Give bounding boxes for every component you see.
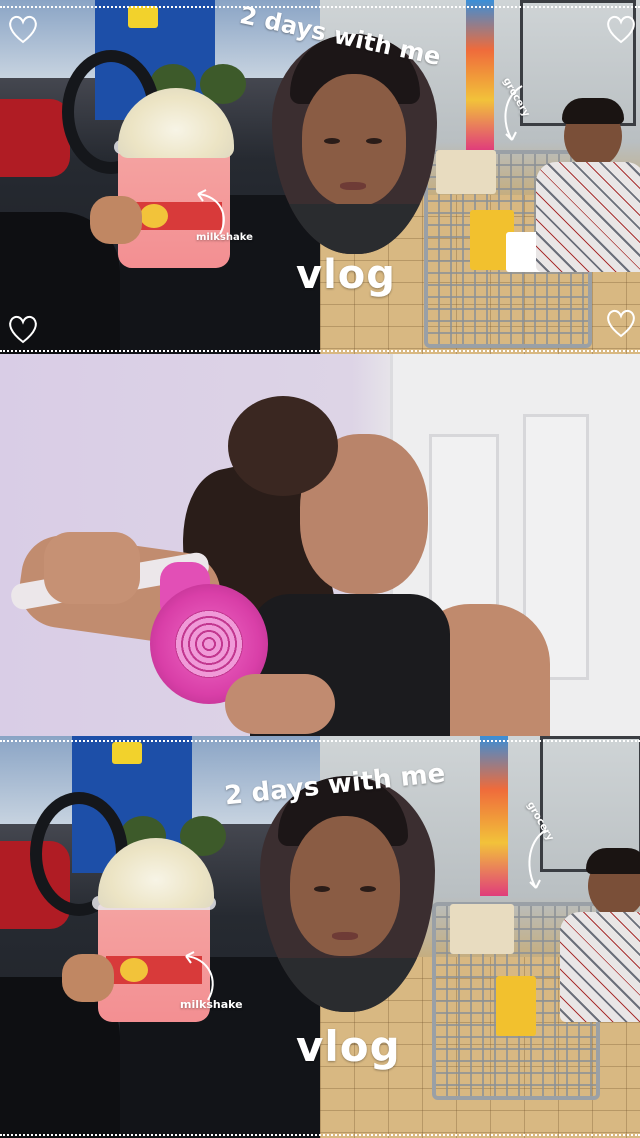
child: [536, 98, 640, 284]
curved-arrow-icon: [185, 951, 214, 1001]
hand: [225, 674, 335, 734]
heart-outline-icon: [607, 309, 635, 338]
title-text: vlog: [296, 1022, 401, 1071]
hair-bun: [228, 396, 338, 496]
curved-arrow-icon: [197, 189, 225, 235]
selfie-shirt: [270, 958, 430, 1012]
collage-panel-middle: [0, 354, 640, 736]
car-door: [0, 99, 70, 177]
collage-panel-bottom: 2 days with me vlog milkshake grocery: [0, 736, 640, 1138]
cup-logo: [140, 204, 168, 228]
mouth: [340, 182, 366, 190]
car-photo: [0, 0, 320, 354]
heart-outline-icon: [607, 15, 635, 44]
eye: [324, 138, 340, 144]
fist: [44, 532, 140, 604]
title-text: vlog: [296, 252, 396, 298]
mouth: [332, 932, 358, 940]
selfie-cutout: [272, 34, 437, 254]
store-sign: [112, 742, 142, 764]
store-pillar: [466, 0, 494, 150]
store-sign: [128, 6, 158, 28]
eye: [360, 886, 376, 892]
store-pillar: [480, 736, 508, 896]
hand: [62, 954, 114, 1002]
heart-outline-icon: [9, 15, 37, 44]
hair-dryer-vent: [175, 610, 243, 678]
dotted-border: [0, 1134, 640, 1136]
curved-arrow-icon: [528, 829, 547, 889]
child-hair: [562, 98, 624, 124]
child-hair: [586, 848, 640, 874]
dotted-border: [0, 350, 640, 352]
eye: [366, 138, 382, 144]
eye: [314, 886, 330, 892]
child-jacket: [536, 162, 640, 272]
child-jacket: [560, 912, 640, 1022]
dotted-border: [0, 6, 640, 8]
cup-logo: [120, 958, 148, 982]
grocery-bag: [450, 904, 514, 954]
selfie-cutout: [260, 776, 435, 1012]
grocery-bag: [436, 150, 496, 194]
dotted-border: [0, 740, 640, 742]
curved-arrow-icon: [504, 85, 523, 141]
heart-outline-icon: [9, 315, 37, 344]
selfie-shirt: [282, 204, 432, 254]
collage-panel-top: 2 days with me vlog milkshake grocery: [0, 0, 640, 354]
hand: [90, 196, 142, 244]
grocery-box: [496, 976, 536, 1036]
child: [560, 848, 640, 1034]
